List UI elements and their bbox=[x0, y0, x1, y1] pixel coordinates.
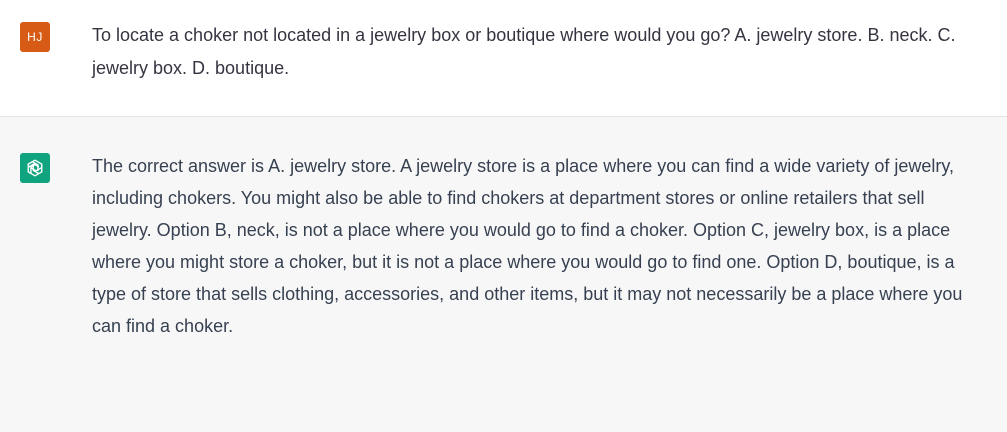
user-avatar-initials: HJ bbox=[27, 30, 43, 44]
user-message: HJ To locate a choker not located in a j… bbox=[0, 0, 1007, 117]
user-message-text: To locate a choker not located in a jewe… bbox=[92, 25, 956, 78]
user-avatar: HJ bbox=[20, 22, 50, 52]
conversation-thread: HJ To locate a choker not located in a j… bbox=[0, 0, 1007, 432]
assistant-message-text: The correct answer is A. jewelry store. … bbox=[92, 156, 963, 336]
openai-logo-icon bbox=[27, 159, 43, 177]
assistant-message: The correct answer is A. jewelry store. … bbox=[0, 117, 1007, 432]
assistant-avatar bbox=[20, 153, 50, 183]
